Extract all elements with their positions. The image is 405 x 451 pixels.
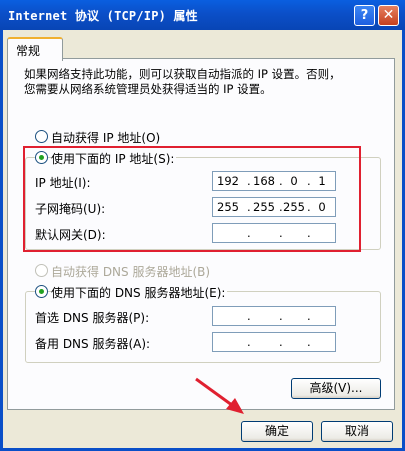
annotation-arrow-icon [195, 377, 244, 414]
